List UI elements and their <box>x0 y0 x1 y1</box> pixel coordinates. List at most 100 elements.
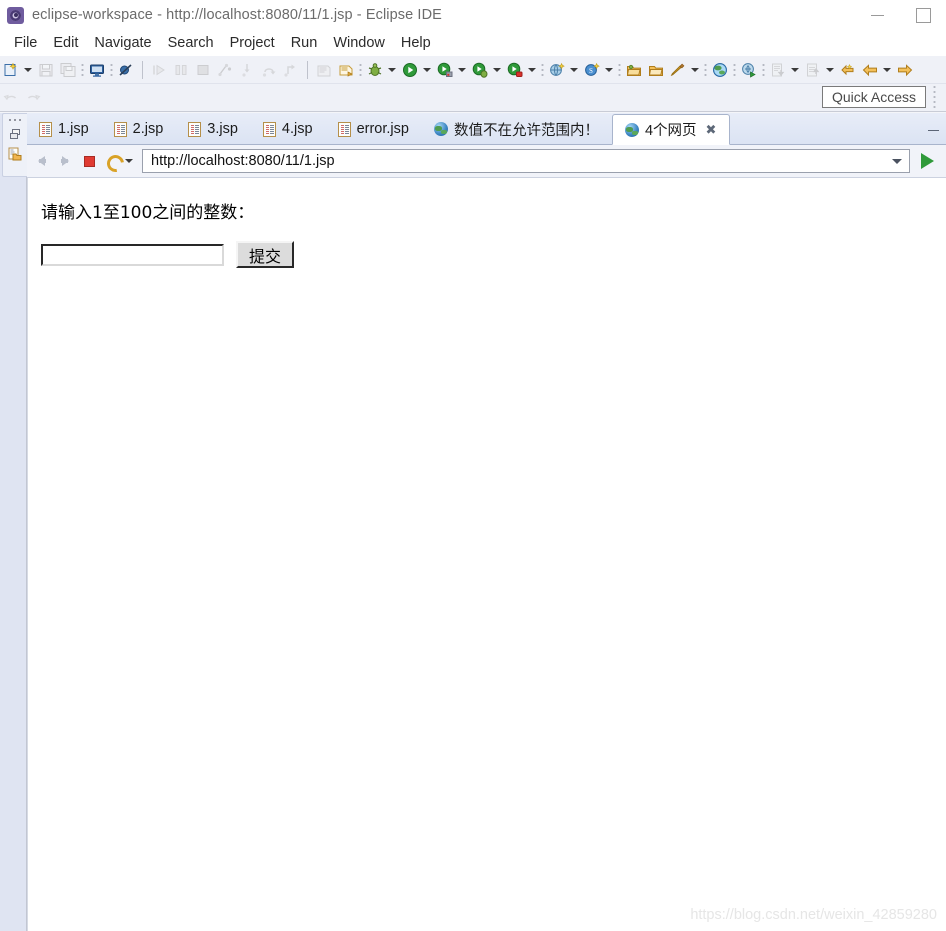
restore-icon[interactable] <box>6 124 24 144</box>
browser-stop-button[interactable] <box>79 150 99 172</box>
undo-icon <box>1 87 21 109</box>
previous-annotation-dropdown[interactable] <box>824 59 835 81</box>
browser-refresh-button[interactable] <box>103 150 123 172</box>
minimize-button[interactable] <box>854 0 900 30</box>
refresh-dropdown-button[interactable] <box>123 150 134 172</box>
maximize-button[interactable] <box>900 0 946 30</box>
step-into-icon <box>237 59 257 81</box>
submit-button[interactable]: 提交 <box>236 241 294 268</box>
editor-tab-label: 4.jsp <box>281 121 313 137</box>
chevron-down-icon[interactable] <box>892 158 902 164</box>
skip-breakpoints-icon[interactable] <box>116 59 136 81</box>
run-server-dropdown[interactable] <box>456 59 467 81</box>
editor-tab-3[interactable]: 3.jsp <box>176 114 251 144</box>
left-minimized-bar <box>0 113 27 931</box>
back-icon[interactable] <box>860 59 880 81</box>
run-icon[interactable] <box>400 59 420 81</box>
close-icon[interactable]: ✖ <box>706 123 717 136</box>
browser-toolbar: http://localhost:8080/11/1.jsp <box>27 145 946 178</box>
next-annotation-dropdown[interactable] <box>789 59 800 81</box>
jsp-file-icon <box>337 121 351 137</box>
menu-project[interactable]: Project <box>222 33 283 53</box>
new-java-class-dropdown[interactable] <box>689 59 700 81</box>
open-folder-icon[interactable] <box>646 59 666 81</box>
menu-bar: File Edit Navigate Search Project Run Wi… <box>0 30 946 56</box>
web-browser-icon <box>433 122 448 136</box>
jsp-file-icon <box>113 121 127 137</box>
open-type-icon <box>314 59 334 81</box>
menu-window[interactable]: Window <box>325 33 393 53</box>
svg-text:S: S <box>589 67 593 75</box>
minimize-editor-button[interactable] <box>926 117 940 131</box>
debug-dropdown[interactable] <box>386 59 397 81</box>
editor-tab-label: 1.jsp <box>58 121 89 137</box>
view-stack-drag-handle[interactable] <box>8 116 22 124</box>
step-over-icon <box>259 59 279 81</box>
editor-tab-4[interactable]: 4.jsp <box>251 114 326 144</box>
new-wizard-dropdown[interactable] <box>22 59 33 81</box>
editor-tab-7[interactable]: 4个网页 ✖ <box>611 114 731 145</box>
menu-file[interactable]: File <box>6 33 45 53</box>
browser-back-button[interactable] <box>31 150 51 172</box>
menu-search[interactable]: Search <box>160 33 222 53</box>
debug-server-dropdown[interactable] <box>491 59 502 81</box>
page-prompt-text: 请输入1至100之间的整数： <box>41 203 255 223</box>
new-web-project-icon[interactable] <box>547 59 567 81</box>
open-browser-icon[interactable] <box>710 59 730 81</box>
new-ejb-dropdown[interactable] <box>603 59 614 81</box>
open-package-icon[interactable] <box>624 59 644 81</box>
new-web-project-dropdown[interactable] <box>568 59 579 81</box>
back-dropdown[interactable] <box>881 59 892 81</box>
console-icon[interactable] <box>87 59 107 81</box>
editor-tab-label: 数值不在允许范围内！ <box>453 122 599 139</box>
editor-tab-5[interactable]: error.jsp <box>326 114 422 144</box>
menu-run[interactable]: Run <box>283 33 326 53</box>
stop-server-dropdown[interactable] <box>526 59 537 81</box>
main-toolbar: S <box>0 56 946 84</box>
debug-icon[interactable] <box>365 59 385 81</box>
web-page-viewport: 请输入1至100之间的整数： 提交 https://blog.csdn.net/… <box>27 178 946 931</box>
toolbar-separator <box>108 60 115 79</box>
menu-help[interactable]: Help <box>393 33 439 53</box>
browser-forward-button[interactable] <box>55 150 75 172</box>
editor-tab-1[interactable]: 1.jsp <box>27 114 102 144</box>
quick-access-field[interactable]: Quick Access <box>822 86 926 108</box>
eclipse-icon <box>7 6 24 24</box>
editor-tab-label: 3.jsp <box>207 121 238 137</box>
number-input[interactable] <box>41 243 224 266</box>
address-bar[interactable]: http://localhost:8080/11/1.jsp <box>142 149 910 173</box>
step-return-icon <box>281 59 301 81</box>
menu-edit[interactable]: Edit <box>45 33 86 53</box>
new-ejb-icon[interactable]: S <box>582 59 602 81</box>
resume-icon <box>149 59 169 81</box>
run-dropdown[interactable] <box>421 59 432 81</box>
browser-go-button[interactable] <box>914 148 940 174</box>
new-java-class-icon[interactable] <box>668 59 688 81</box>
jsp-file-icon <box>188 121 202 137</box>
open-task-icon[interactable] <box>336 59 356 81</box>
editor-tab-2[interactable]: 2.jsp <box>102 114 177 144</box>
toolbar-drag-handle[interactable] <box>931 86 938 108</box>
stop-server-icon[interactable] <box>505 59 525 81</box>
run-server-icon[interactable] <box>435 59 455 81</box>
editor-tab-label: 4个网页 <box>644 123 697 139</box>
secondary-toolbar <box>0 84 946 112</box>
forward-icon[interactable] <box>895 59 915 81</box>
go-play-icon <box>920 153 934 169</box>
editor-tab-bar: 1.jsp 2.jsp 3.jsp 4.jsp error.jsp 数值不在允许范围内！ 4… <box>27 113 946 145</box>
back-arrow-icon <box>37 156 46 166</box>
toolbar-separator <box>357 60 364 79</box>
new-wizard-icon[interactable] <box>1 59 21 81</box>
watermark-text: https://blog.csdn.net/weixin_42859280 <box>690 907 937 923</box>
toolbar-separator <box>79 60 86 79</box>
package-explorer-icon[interactable] <box>6 144 24 164</box>
toolbar-separator <box>142 60 143 79</box>
run-as-server-icon[interactable] <box>739 59 759 81</box>
window-title: eclipse-workspace - http://localhost:808… <box>32 7 442 23</box>
redo-icon <box>23 87 43 109</box>
next-annotation-icon <box>768 59 788 81</box>
editor-tab-6[interactable]: 数值不在允许范围内！ <box>422 114 612 144</box>
last-edit-location-icon[interactable] <box>838 59 858 81</box>
debug-server-icon[interactable] <box>470 59 490 81</box>
menu-navigate[interactable]: Navigate <box>86 33 159 53</box>
